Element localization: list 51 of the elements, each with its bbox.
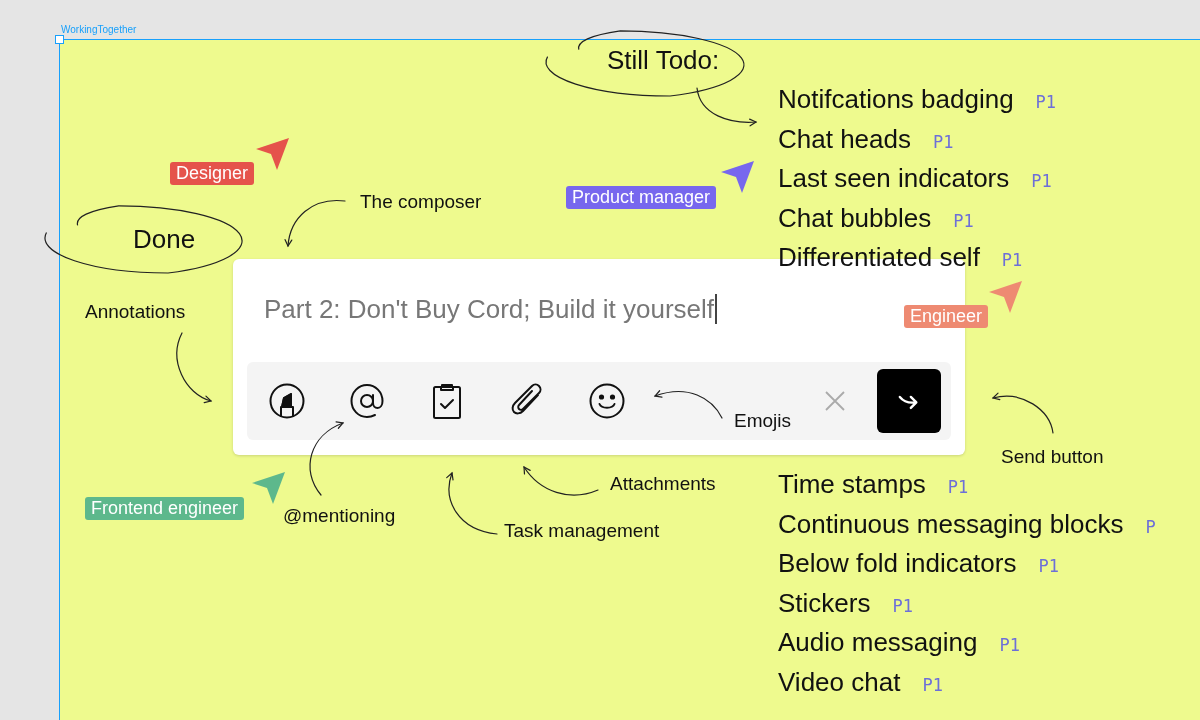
- cursor-icon: [251, 471, 287, 505]
- todo-item: Notifcations badging: [778, 84, 1014, 115]
- annotation-arrow: [653, 390, 723, 419]
- cursor-label: Engineer: [904, 305, 989, 328]
- annotation-arrow: [696, 87, 758, 127]
- todo-item: Chat heads: [778, 123, 911, 155]
- cursor-icon: [988, 280, 1024, 314]
- priority-tag: P1: [1035, 92, 1057, 112]
- todo-item: Stickers: [778, 587, 871, 619]
- annotation-arrow: [991, 392, 1054, 434]
- cursor-label: Frontend engineer: [85, 497, 245, 520]
- priority-tag: P1: [892, 595, 913, 616]
- annotation-arrow: [284, 199, 346, 248]
- todo-item: Below fold indicators: [778, 548, 1017, 580]
- priority-tag: P1: [947, 477, 969, 497]
- annotation-text: Attachments: [610, 473, 716, 495]
- cursor-label: Product manager: [566, 186, 717, 209]
- heading: Still Todo:: [607, 45, 720, 76]
- annotation-arrow: [176, 332, 213, 404]
- priority-tag: P1: [953, 210, 974, 231]
- priority-tag: P1: [922, 674, 943, 695]
- todo-item: Video chat: [778, 666, 901, 698]
- message-input[interactable]: Part 2: Don't Buy Cord; Build it yourself: [264, 289, 718, 329]
- annotation-text: @mentioning: [283, 505, 396, 527]
- frame-title[interactable]: WorkingTogether: [61, 24, 137, 35]
- priority-tag: P1: [1001, 250, 1023, 271]
- priority-tag: P: [1145, 516, 1156, 537]
- priority-tag: P1: [933, 131, 954, 152]
- heading: Done: [133, 224, 196, 255]
- annotation-text: The composer: [360, 191, 482, 213]
- annotation-arrow: [446, 471, 498, 535]
- marker-icon[interactable]: [267, 381, 307, 421]
- annotation-text: Emojis: [734, 410, 791, 432]
- todo-item: Audio messaging: [778, 627, 978, 659]
- send-button[interactable]: [877, 369, 941, 433]
- cursor-icon: [255, 137, 291, 171]
- priority-tag: P1: [999, 635, 1020, 656]
- priority-tag: P1: [1038, 556, 1059, 577]
- todo-item: Time stamps: [778, 469, 926, 500]
- todo-item: Last seen indicators: [778, 163, 1010, 195]
- annotation-text: Send button: [1001, 446, 1104, 468]
- annotation-text: Annotations: [85, 301, 186, 323]
- cursor-icon: [720, 160, 756, 194]
- cursor-label: Designer: [170, 162, 255, 185]
- todo-item: Differentiated self: [778, 242, 980, 274]
- todo-item: Chat bubbles: [778, 202, 932, 234]
- todo-item: Continuous messaging blocks: [778, 508, 1124, 540]
- priority-tag: P1: [1031, 171, 1052, 192]
- resize-handle[interactable]: [55, 35, 64, 44]
- annotation-text: Task management: [504, 520, 660, 542]
- smiley-icon[interactable]: [587, 381, 627, 421]
